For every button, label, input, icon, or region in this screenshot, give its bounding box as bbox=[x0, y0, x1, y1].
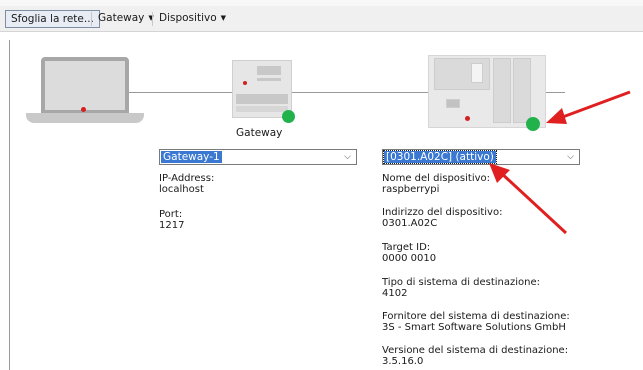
annotation-arrows bbox=[489, 90, 631, 235]
arrow-to-plc-status bbox=[546, 90, 631, 124]
arrow-to-device-select bbox=[489, 163, 568, 235]
